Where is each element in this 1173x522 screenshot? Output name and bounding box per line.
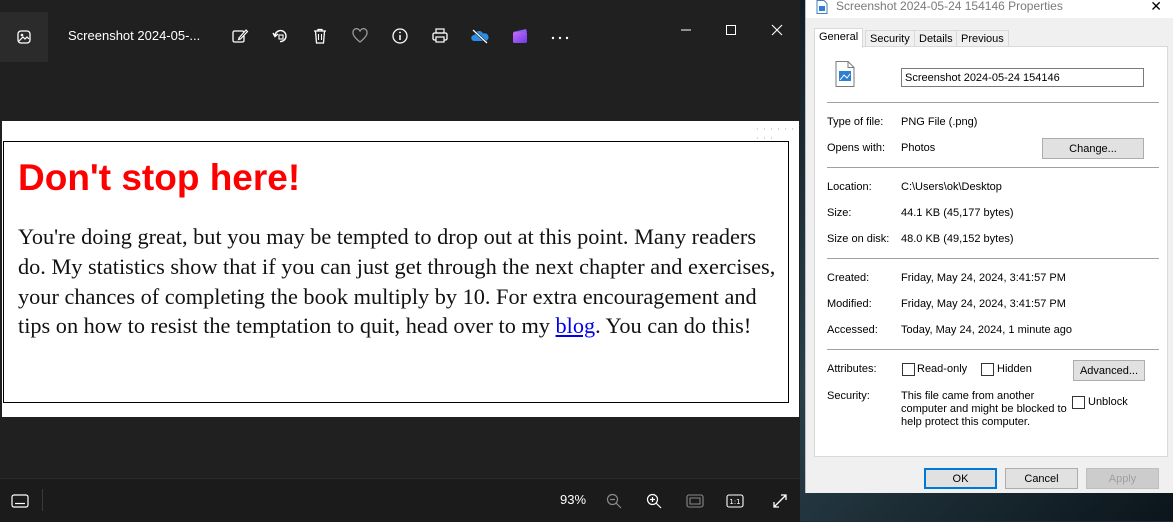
rotate-icon	[272, 29, 287, 43]
delete-button[interactable]	[308, 24, 332, 48]
properties-title: Screenshot 2024-05-24 154146 Properties	[836, 0, 1063, 13]
blog-link[interactable]: blog	[556, 313, 596, 338]
modified-label: Modified:	[827, 298, 872, 310]
zoom-out-button[interactable]	[604, 491, 624, 511]
filename-field[interactable]: Screenshot 2024-05-24 154146	[901, 68, 1144, 87]
clipchamp-icon	[513, 29, 527, 43]
filmstrip-icon	[11, 494, 29, 508]
accessed-label: Accessed:	[827, 324, 878, 336]
cancel-button[interactable]: Cancel	[1005, 468, 1078, 489]
size-on-disk-value: 48.0 KB (49,152 bytes)	[901, 233, 1014, 245]
change-button[interactable]: Change...	[1042, 138, 1144, 159]
clipchamp-button[interactable]	[508, 24, 532, 48]
footer-divider	[42, 489, 43, 511]
favorite-button[interactable]	[348, 24, 372, 48]
more-icon	[551, 36, 569, 40]
tab-previous-versions[interactable]: Previous Versions	[956, 30, 1009, 61]
general-panel: Screenshot 2024-05-24 154146 Type of fil…	[814, 46, 1168, 457]
print-button[interactable]	[428, 24, 452, 48]
divider	[827, 167, 1159, 168]
zoom-in-icon	[646, 493, 662, 509]
body-text-end: . You can do this!	[595, 313, 752, 339]
photos-title: Screenshot 2024-05-...	[68, 28, 201, 43]
actual-size-icon: 1:1	[726, 494, 744, 508]
info-icon	[392, 28, 408, 44]
readonly-label: Read-only	[917, 363, 968, 375]
created-label: Created:	[827, 272, 870, 284]
divider	[827, 258, 1159, 259]
photos-footer: 93% 1:1	[0, 478, 800, 522]
zoom-out-icon	[606, 493, 622, 509]
zoom-in-button[interactable]	[644, 491, 664, 511]
onedrive-off-icon	[471, 29, 489, 44]
type-value: PNG File (.png)	[901, 116, 978, 128]
properties-dialog: Screenshot 2024-05-24 154146 Properties …	[805, 0, 1173, 493]
tab-security[interactable]: Security	[865, 30, 915, 47]
properties-title-bar: Screenshot 2024-05-24 154146 Properties …	[806, 0, 1173, 18]
file-icon	[816, 0, 828, 14]
zoom-level: 93%	[560, 492, 587, 507]
accessed-value: Today, May 24, 2024, 1 minute ago	[901, 324, 1073, 336]
tab-details[interactable]: Details	[914, 30, 958, 47]
expand-icon	[773, 494, 787, 508]
location-value: C:\Users\ok\Desktop	[901, 181, 1002, 193]
info-button[interactable]	[388, 24, 412, 48]
full-screen-button[interactable]	[770, 491, 790, 511]
edit-button[interactable]	[228, 24, 252, 48]
edit-icon	[232, 29, 249, 43]
properties-close-button[interactable]: ✕	[1150, 0, 1162, 15]
hidden-checkbox[interactable]	[981, 363, 994, 376]
close-icon	[771, 24, 783, 36]
readonly-checkbox[interactable]	[902, 363, 915, 376]
location-label: Location:	[827, 181, 872, 193]
unblock-checkbox[interactable]	[1072, 396, 1085, 409]
size-value: 44.1 KB (45,177 bytes)	[901, 207, 1014, 219]
actual-size-button[interactable]: 1:1	[725, 491, 745, 511]
photos-app-button[interactable]	[0, 12, 48, 62]
image-body-text: You're doing great, but you may be tempt…	[18, 222, 778, 341]
close-button[interactable]	[765, 18, 789, 42]
maximize-icon	[726, 25, 736, 35]
ok-button[interactable]: OK	[924, 468, 997, 489]
created-value: Friday, May 24, 2024, 3:41:57 PM	[901, 272, 1066, 284]
rotate-button[interactable]	[268, 24, 292, 48]
svg-text:1:1: 1:1	[729, 498, 740, 506]
opens-label: Opens with:	[827, 142, 886, 154]
heart-icon	[352, 28, 368, 43]
opens-value: Photos	[901, 142, 936, 154]
print-icon	[432, 28, 448, 43]
divider	[827, 349, 1159, 350]
maximize-button[interactable]	[719, 18, 743, 42]
png-file-icon	[835, 61, 855, 87]
unblock-label: Unblock	[1088, 396, 1128, 408]
divider	[827, 102, 1159, 103]
delete-icon	[314, 28, 326, 44]
type-label: Type of file:	[827, 116, 884, 128]
hidden-label: Hidden	[997, 363, 1032, 375]
filmstrip-button[interactable]	[10, 491, 30, 511]
advanced-button[interactable]: Advanced...	[1073, 360, 1145, 381]
onedrive-button[interactable]	[468, 24, 492, 48]
modified-value: Friday, May 24, 2024, 3:41:57 PM	[901, 298, 1066, 310]
apply-button[interactable]: Apply	[1086, 468, 1159, 489]
minimize-button[interactable]	[674, 18, 698, 42]
size-label: Size:	[827, 207, 852, 219]
photos-title-bar: Screenshot 2024-05-...	[0, 0, 800, 62]
size-on-disk-label: Size on disk:	[827, 233, 890, 245]
tab-general[interactable]: General	[814, 28, 864, 48]
fit-window-icon	[686, 494, 704, 508]
attributes-label: Attributes:	[827, 363, 877, 375]
security-label: Security:	[827, 390, 870, 402]
photos-app-icon	[17, 30, 31, 44]
security-text: This file came from another computer and…	[901, 390, 1067, 428]
image-heading: Don't stop here!	[18, 157, 301, 198]
more-options-button[interactable]	[548, 24, 572, 48]
fit-to-window-button[interactable]	[685, 491, 705, 511]
photos-window: Screenshot 2024-05-... · · · · · · · · ·…	[0, 0, 800, 522]
minimize-icon	[681, 29, 691, 31]
